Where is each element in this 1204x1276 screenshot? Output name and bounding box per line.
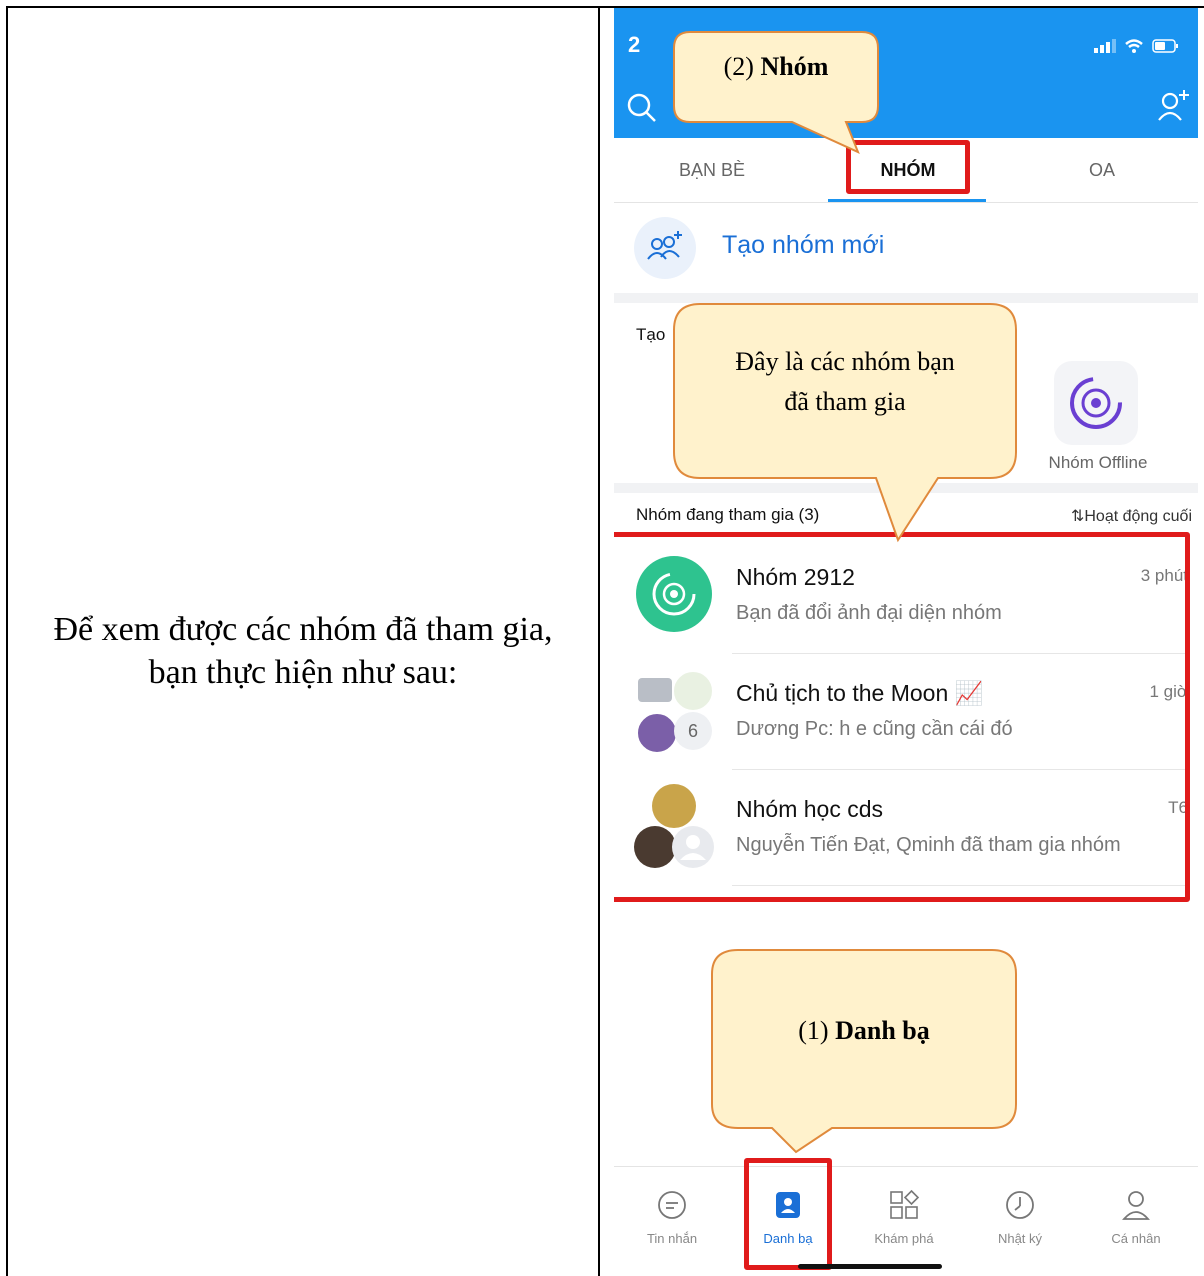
callout-line-2: đã tham gia bbox=[784, 387, 906, 416]
callout-groups-shape bbox=[673, 303, 1017, 543]
callout-prefix: (1) bbox=[798, 1016, 836, 1045]
callout-joined-groups: Đây là các nhóm bạn đã tham gia bbox=[676, 342, 1014, 422]
callout-bold-label: Nhóm bbox=[760, 52, 829, 81]
callout-shapes bbox=[673, 31, 1017, 1154]
callout-contacts: (1) Danh bạ bbox=[714, 1016, 1014, 1046]
callout-line-1: Đây là các nhóm bạn bbox=[735, 347, 955, 376]
callout-prefix: (2) bbox=[723, 52, 761, 81]
callout-bold-label: Danh bạ bbox=[835, 1016, 930, 1045]
callout-groups-tab: (2) Nhóm bbox=[676, 52, 876, 82]
callout-danh-ba-shape bbox=[711, 949, 1017, 1154]
callout-nhom-shape bbox=[673, 31, 879, 154]
